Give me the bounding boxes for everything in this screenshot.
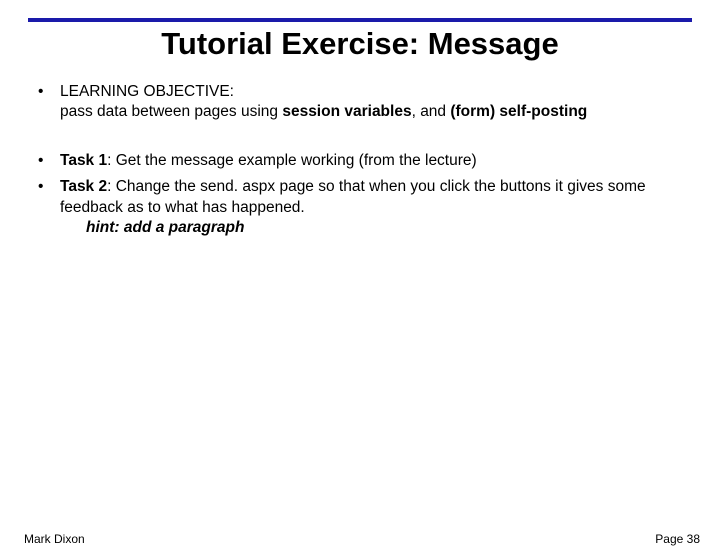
footer-author: Mark Dixon [24, 532, 85, 546]
bullet-icon: • [36, 177, 60, 238]
objective-bold1: session variables [282, 103, 411, 120]
objective-label: LEARNING OBJECTIVE: [60, 83, 234, 100]
bullet-icon: • [36, 82, 60, 123]
title-divider: Tutorial Exercise: Message [28, 18, 692, 82]
objective-text: LEARNING OBJECTIVE: pass data between pa… [60, 82, 684, 123]
slide-title: Tutorial Exercise: Message [28, 24, 692, 82]
objective-bold2: (form) self-posting [450, 103, 587, 120]
objective-prefix: pass data between pages using [60, 103, 282, 120]
task2-hint: hint: add a paragraph [60, 218, 684, 238]
task1-text: Task 1: Get the message example working … [60, 151, 684, 171]
task1-label: Task 1 [60, 152, 107, 169]
bullet-icon: • [36, 151, 60, 171]
task2-label: Task 2 [60, 178, 107, 195]
footer-page: Page 38 [655, 532, 700, 546]
objective-mid: , and [412, 103, 451, 120]
task2-text: Task 2: Change the send. aspx page so th… [60, 177, 684, 238]
task1-body: : Get the message example working (from … [107, 152, 477, 169]
slide-footer: Mark Dixon Page 38 [0, 532, 720, 546]
task2-bullet: • Task 2: Change the send. aspx page so … [36, 177, 684, 238]
objective-bullet: • LEARNING OBJECTIVE: pass data between … [36, 82, 684, 123]
task2-body: : Change the send. aspx page so that whe… [60, 178, 646, 215]
task1-bullet: • Task 1: Get the message example workin… [36, 151, 684, 171]
slide-content: • LEARNING OBJECTIVE: pass data between … [0, 82, 720, 239]
